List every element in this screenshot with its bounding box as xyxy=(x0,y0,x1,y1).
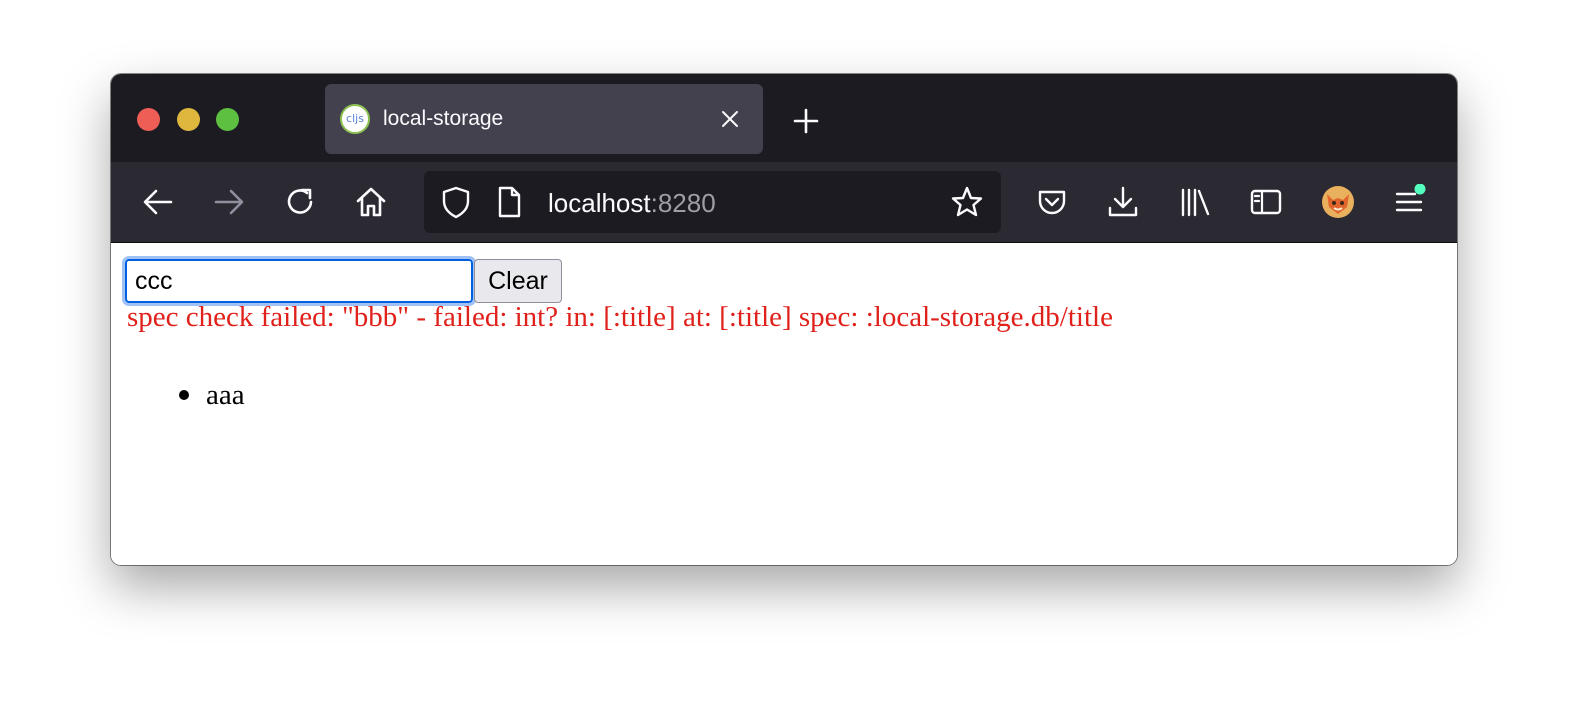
cljs-favicon-icon: cljs xyxy=(340,104,370,134)
tab-title: local-storage xyxy=(383,107,504,130)
item-list: aaa xyxy=(111,375,245,415)
shield-icon[interactable] xyxy=(438,184,474,220)
close-tab-icon[interactable] xyxy=(717,106,743,132)
new-tab-plus-icon[interactable] xyxy=(791,106,821,136)
title-input[interactable] xyxy=(122,256,476,306)
list-item-text: aaa xyxy=(206,379,245,411)
download-icon[interactable] xyxy=(1105,184,1141,220)
url-host: localhost xyxy=(548,188,651,218)
list-item: aaa xyxy=(111,375,245,415)
navigation-toolbar: localhost:8280 xyxy=(111,162,1457,243)
fox-avatar-icon[interactable] xyxy=(1320,184,1356,220)
page-content: Clear spec check failed: "bbb" - failed:… xyxy=(111,243,1457,565)
window-close-button[interactable] xyxy=(137,108,160,131)
clear-button[interactable]: Clear xyxy=(474,259,562,303)
window-maximize-button[interactable] xyxy=(216,108,239,131)
title-bar: cljs local-storage xyxy=(111,74,1457,162)
star-icon[interactable] xyxy=(949,184,985,220)
window-minimize-button[interactable] xyxy=(177,108,200,131)
sidebar-icon[interactable] xyxy=(1248,184,1284,220)
arrow-left-icon[interactable] xyxy=(140,184,176,220)
tab-local-storage[interactable]: cljs local-storage xyxy=(325,84,763,154)
library-icon[interactable] xyxy=(1177,184,1213,220)
url-port: :8280 xyxy=(650,188,716,218)
reload-icon[interactable] xyxy=(283,184,319,220)
browser-window: cljs local-storage localhost:8280 ccc Cl… xyxy=(111,74,1457,565)
page-icon[interactable] xyxy=(494,184,524,220)
arrow-right-icon[interactable] xyxy=(211,184,247,220)
hamburger-menu-icon[interactable] xyxy=(1391,184,1427,220)
pocket-icon[interactable] xyxy=(1034,184,1070,220)
url-bar[interactable]: localhost:8280 xyxy=(424,171,1001,233)
bullet-icon xyxy=(179,390,189,400)
url-text[interactable]: localhost:8280 xyxy=(548,188,716,219)
home-icon[interactable] xyxy=(353,184,389,220)
spec-error-message: spec check failed: "bbb" - failed: int? … xyxy=(127,301,1113,333)
